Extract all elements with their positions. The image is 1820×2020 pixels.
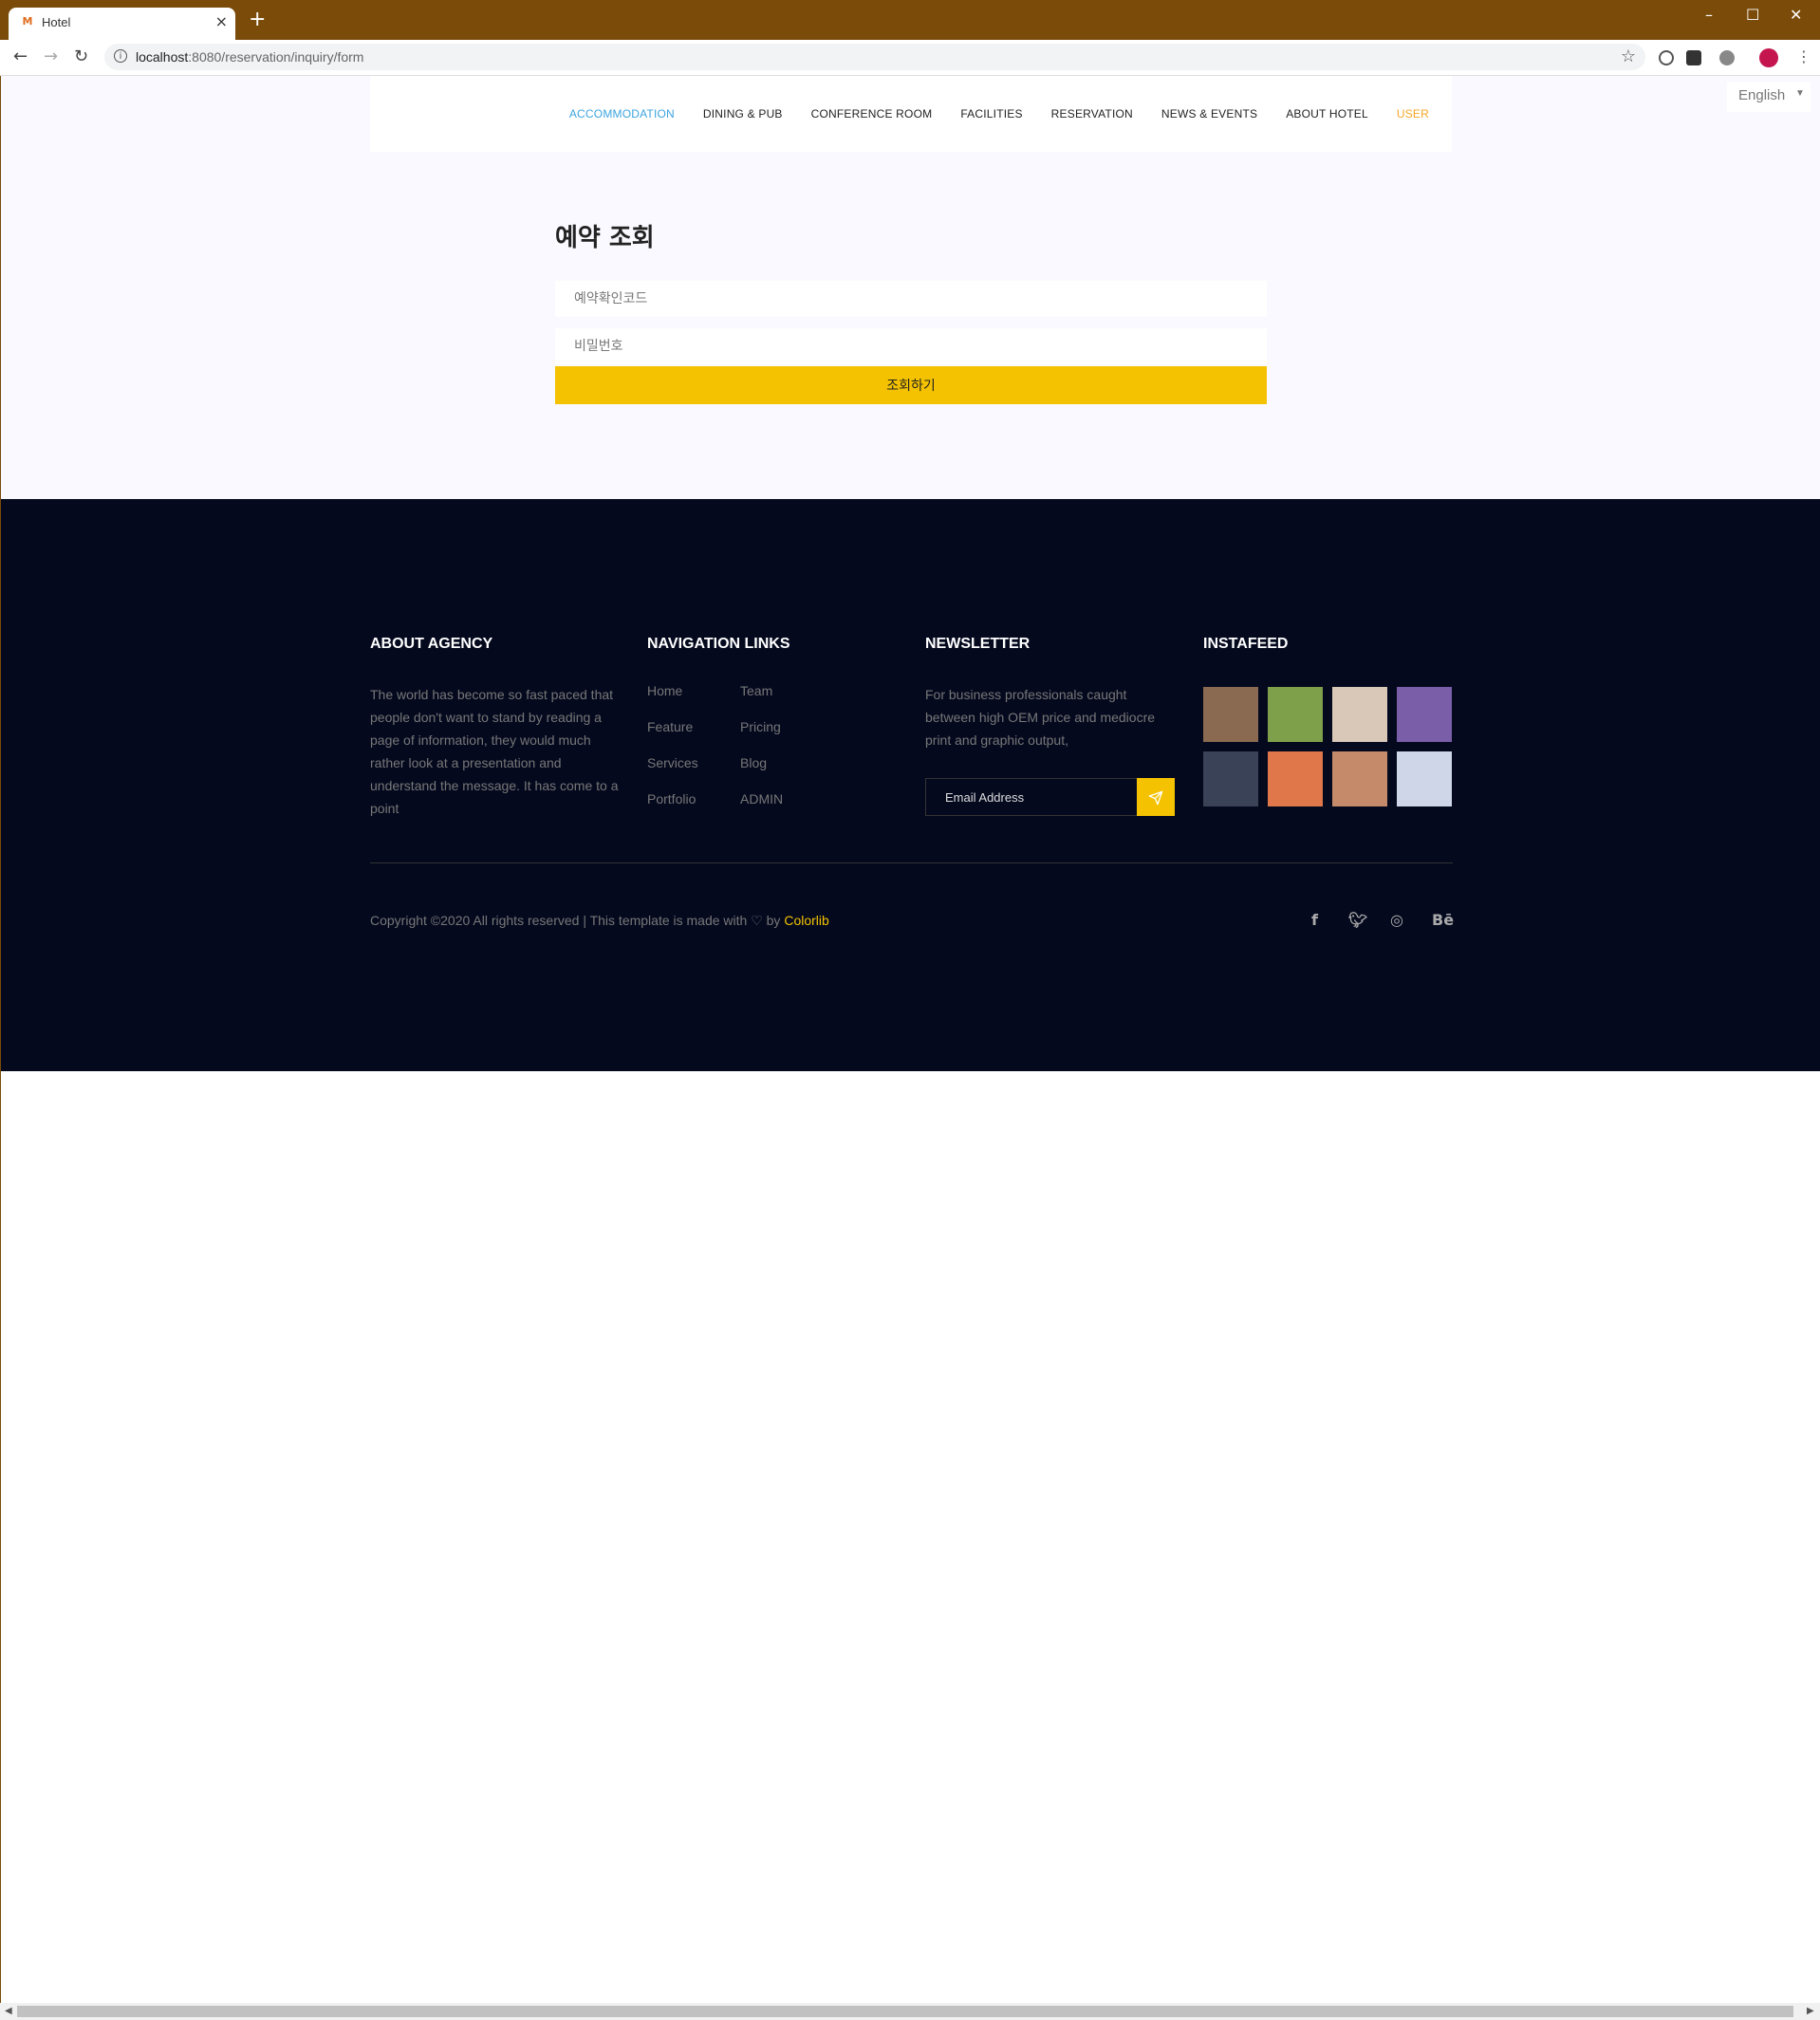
navigation-links-col1: Home Feature Services Portfolio: [647, 683, 698, 827]
menu-item-conference-room[interactable]: CONFERENCE ROOM: [811, 107, 933, 120]
footer-link-admin[interactable]: ADMIN: [740, 791, 783, 827]
horizontal-scrollbar[interactable]: ◀ ▶: [0, 2003, 1820, 2020]
about-title: ABOUT AGENCY: [370, 636, 493, 652]
footer-link-blog[interactable]: Blog: [740, 755, 783, 791]
newsletter-text: For business professionals caught betwee…: [925, 687, 1156, 748]
menu-item-accommodation[interactable]: ACCOMMODATION: [569, 107, 675, 120]
page-title: 예약 조회: [555, 224, 655, 252]
footer-link-home[interactable]: Home: [647, 683, 698, 719]
instafeed-grid: [1203, 687, 1454, 806]
footer-link-team[interactable]: Team: [740, 683, 783, 719]
copyright-prefix: Copyright ©2020 All rights reserved | Th…: [370, 913, 785, 928]
new-tab-icon[interactable]: +: [249, 9, 266, 30]
site-info-icon[interactable]: i: [114, 49, 127, 63]
menu-item-news-events[interactable]: NEWS & EVENTS: [1161, 107, 1257, 120]
reload-icon[interactable]: ↻: [74, 47, 88, 66]
footer-link-feature[interactable]: Feature: [647, 719, 698, 755]
site-header: ACCOMMODATION DINING & PUB CONFERENCE RO…: [370, 76, 1452, 152]
colorlib-link[interactable]: Colorlib: [784, 913, 828, 928]
facebook-icon[interactable]: f: [1311, 911, 1318, 929]
extension-icon[interactable]: [1719, 50, 1735, 65]
dribbble-icon[interactable]: ◎: [1390, 911, 1403, 929]
newsletter-send-button[interactable]: [1137, 778, 1175, 816]
url-host: localhost: [136, 49, 189, 65]
language-label: English: [1738, 87, 1786, 103]
menu-item-user[interactable]: USER: [1397, 107, 1429, 120]
navigation-links-col2: Team Pricing Blog ADMIN: [740, 683, 783, 827]
main-menu: ACCOMMODATION DINING & PUB CONFERENCE RO…: [569, 107, 1429, 120]
url-path: :8080/reservation/inquiry/form: [188, 49, 364, 65]
instafeed-photo[interactable]: [1332, 687, 1387, 742]
back-arrow-icon[interactable]: ←: [13, 47, 28, 66]
extension-icon[interactable]: [1686, 50, 1701, 65]
browser-tab[interactable]: M Hotel ×: [9, 8, 235, 40]
instafeed-photo[interactable]: [1397, 687, 1452, 742]
footer-link-services[interactable]: Services: [647, 755, 698, 791]
password-input[interactable]: [555, 328, 1267, 364]
instafeed-photo[interactable]: [1332, 751, 1387, 806]
newsletter-title: NEWSLETTER: [925, 636, 1031, 652]
navigation-title: NAVIGATION LINKS: [647, 636, 790, 652]
profile-avatar[interactable]: [1759, 48, 1778, 67]
footer-divider: [370, 862, 1453, 863]
close-tab-icon[interactable]: ×: [215, 13, 228, 30]
footer-link-pricing[interactable]: Pricing: [740, 719, 783, 755]
block-extension-icon[interactable]: [1659, 50, 1674, 65]
browser-tab-strip: M Hotel × + – ☐ ✕: [0, 0, 1820, 40]
language-select[interactable]: English ▼: [1727, 82, 1811, 112]
paper-plane-icon: [1148, 790, 1163, 806]
scroll-left-icon[interactable]: ◀: [5, 2006, 12, 2016]
instafeed-photo[interactable]: [1203, 751, 1258, 806]
forward-arrow-icon[interactable]: →: [44, 47, 58, 66]
bookmark-star-icon[interactable]: ☆: [1621, 46, 1636, 66]
instafeed-photo[interactable]: [1268, 751, 1323, 806]
reservation-code-input[interactable]: [555, 281, 1267, 317]
site-footer: ABOUT AGENCY The world has become so fas…: [1, 499, 1820, 1071]
scrollbar-thumb[interactable]: [17, 2006, 1793, 2017]
scroll-right-icon[interactable]: ▶: [1807, 2006, 1814, 2016]
menu-item-facilities[interactable]: FACILITIES: [960, 107, 1022, 120]
chevron-down-icon: ▼: [1795, 88, 1805, 99]
maximize-icon[interactable]: ☐: [1746, 6, 1759, 24]
about-text: The world has become so fast paced that …: [370, 687, 619, 816]
window-close-icon[interactable]: ✕: [1790, 6, 1802, 24]
behance-icon[interactable]: Bē: [1432, 911, 1454, 929]
browser-menu-icon[interactable]: ⋮: [1796, 47, 1811, 65]
copyright-text: Copyright ©2020 All rights reserved | Th…: [370, 913, 829, 929]
site-favicon-icon: M: [22, 15, 33, 28]
menu-item-about-hotel[interactable]: ABOUT HOTEL: [1286, 107, 1368, 120]
instafeed-photo[interactable]: [1268, 687, 1323, 742]
newsletter-email-input[interactable]: [925, 778, 1138, 816]
address-bar[interactable]: i localhost:8080/reservation/inquiry/for…: [104, 44, 1645, 70]
minimize-icon[interactable]: –: [1705, 6, 1713, 24]
footer-link-portfolio[interactable]: Portfolio: [647, 791, 698, 827]
instafeed-photo[interactable]: [1203, 687, 1258, 742]
instafeed-photo[interactable]: [1397, 751, 1452, 806]
menu-item-reservation[interactable]: RESERVATION: [1051, 107, 1133, 120]
instafeed-title: INSTAFEED: [1203, 636, 1289, 652]
twitter-icon[interactable]: 🐦︎: [1348, 911, 1367, 929]
inquiry-submit-button[interactable]: 조회하기: [555, 366, 1267, 404]
address-url: localhost:8080/reservation/inquiry/form: [136, 49, 363, 65]
browser-toolbar: ← → ↻ i localhost:8080/reservation/inqui…: [0, 40, 1820, 76]
tab-title: Hotel: [42, 15, 71, 29]
menu-item-dining-pub[interactable]: DINING & PUB: [703, 107, 783, 120]
